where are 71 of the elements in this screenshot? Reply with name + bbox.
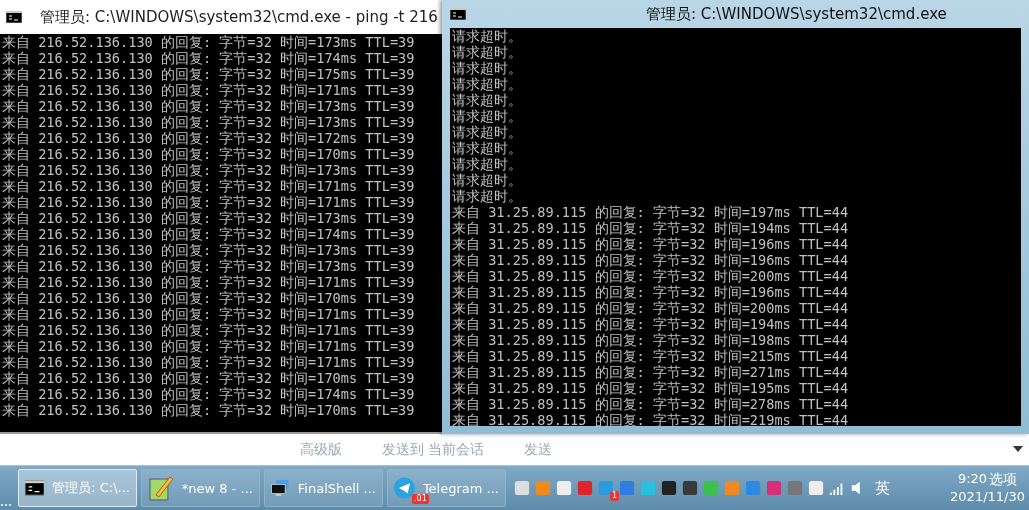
date-text: 2021/11/30	[950, 488, 1025, 506]
console-icon	[450, 8, 466, 20]
input-method-indicator[interactable]: 英	[875, 478, 890, 498]
console-line: 请求超时。	[452, 28, 523, 44]
console-line: 来自 216.52.136.130 的回复: 字节=32 时间=170ms TTL=39	[2, 370, 416, 386]
taskbar-button[interactable]: FinalShell ...	[264, 469, 383, 507]
console-line: 来自 31.25.89.115 的回复: 字节=32 时间=194ms TTL=44	[452, 220, 850, 236]
console-line: 请求超时。	[452, 188, 523, 204]
console-line: 来自 216.52.136.130 的回复: 字节=32 时间=170ms TTL=39	[2, 290, 416, 306]
notification-badge: .01	[412, 494, 429, 504]
console-line: 来自 216.52.136.130 的回复: 字节=32 时间=173ms TTL=39	[2, 258, 416, 274]
console-line: 来自 216.52.136.130 的回复: 字节=32 时间=175ms TTL=39	[2, 66, 416, 82]
console-line: 来自 216.52.136.130 的回复: 字节=32 时间=171ms TTL=39	[2, 178, 416, 194]
console-line: 来自 31.25.89.115 的回复: 字节=32 时间=271ms TTL=44	[452, 364, 850, 380]
console-line: 来自 31.25.89.115 的回复: 字节=32 时间=196ms TTL=44	[452, 284, 850, 300]
console-line: 请求超时。	[452, 156, 523, 172]
console-line: 来自 216.52.136.130 的回复: 字节=32 时间=171ms TTL=39	[2, 306, 416, 322]
console-line: 来自 216.52.136.130 的回复: 字节=32 时间=170ms TTL=39	[2, 146, 416, 162]
background-text: 高级版	[300, 440, 342, 459]
paper-plane-icon	[394, 475, 415, 501]
taskbar-button[interactable]: .01 Telegram ...	[387, 469, 506, 507]
dropdown-caret-icon[interactable]	[1013, 446, 1023, 452]
console-line: 来自 216.52.136.130 的回复: 字节=32 时间=174ms TTL=39	[2, 50, 416, 66]
console-line: 来自 31.25.89.115 的回复: 字节=32 时间=278ms TTL=44	[452, 396, 850, 412]
console-line: 来自 31.25.89.115 的回复: 字节=32 时间=198ms TTL=44	[452, 332, 850, 348]
console-line: 来自 31.25.89.115 的回复: 字节=32 时间=194ms TTL=44	[452, 316, 850, 332]
console-line: 来自 216.52.136.130 的回复: 字节=32 时间=172ms TTL=39	[2, 130, 416, 146]
console-line: 请求超时。	[452, 76, 523, 92]
console-icon	[6, 11, 22, 23]
console-line: 来自 216.52.136.130 的回复: 字节=32 时间=171ms TTL=39	[2, 354, 416, 370]
console-line: 来自 31.25.89.115 的回复: 字节=32 时间=197ms TTL=44	[452, 204, 850, 220]
console-line: 请求超时。	[452, 44, 523, 60]
console-line: 来自 216.52.136.130 的回复: 字节=32 时间=171ms TTL=39	[2, 274, 416, 290]
console-line: 来自 216.52.136.130 的回复: 字节=32 时间=170ms TTL=39	[2, 402, 416, 418]
console-line: 来自 31.25.89.115 的回复: 字节=32 时间=200ms TTL=44	[452, 300, 850, 316]
console-line: 来自 216.52.136.130 的回复: 字节=32 时间=174ms TTL=39	[2, 226, 416, 242]
console-line: 请求超时。	[452, 60, 523, 76]
console-line: 请求超时。	[452, 108, 523, 124]
options-link[interactable]: 选项	[989, 470, 1025, 488]
console-line: 来自 31.25.89.115 的回复: 字节=32 时间=219ms TTL=44	[452, 412, 850, 426]
console-line: 来自 216.52.136.130 的回复: 字节=32 时间=173ms TTL=39	[2, 242, 416, 258]
console-line: 来自 31.25.89.115 的回复: 字节=32 时间=195ms TTL=44	[452, 380, 850, 396]
console-line: 来自 216.52.136.130 的回复: 字节=32 时间=173ms TTL=39	[2, 34, 416, 50]
clock[interactable]: 9:20 选项 2021/11/30	[950, 470, 1025, 506]
console-line: 来自 216.52.136.130 的回复: 字节=32 时间=173ms TTL=39	[2, 210, 416, 226]
console-line: 来自 216.52.136.130 的回复: 字节=32 时间=171ms TTL=39	[2, 338, 416, 354]
console-line: 请求超时。	[452, 92, 523, 108]
console-line: 来自 216.52.136.130 的回复: 字节=32 时间=174ms TTL=39	[2, 386, 416, 402]
taskbar-button[interactable]: 管理员: C:\...	[18, 469, 137, 507]
console-line: 来自 216.52.136.130 的回复: 字节=32 时间=173ms TTL=39	[2, 114, 416, 130]
console-line: 请求超时。	[452, 124, 523, 140]
console-line: 来自 216.52.136.130 的回复: 字节=32 时间=173ms TTL=39	[2, 162, 416, 178]
console-icon	[25, 478, 45, 498]
window-title: 管理员: C:\WINDOWS\system32\cmd.exe - ping -t 216	[40, 7, 438, 27]
background-text: 发送	[524, 440, 553, 459]
notification-badge: 1	[610, 490, 620, 501]
background-text: 发送到 当前会话	[382, 440, 485, 459]
notepad-icon	[148, 475, 174, 501]
console-line: 来自 31.25.89.115 的回复: 字节=32 时间=196ms TTL=44	[452, 236, 850, 252]
console-line: 来自 216.52.136.130 的回复: 字节=32 时间=171ms TTL=39	[2, 82, 416, 98]
time-text: 9:20	[956, 470, 988, 488]
taskbar-button[interactable]: *new 8 - ...	[141, 469, 260, 507]
console-line: 请求超时。	[452, 172, 523, 188]
console-line: 来自 216.52.136.130 的回复: 字节=32 时间=171ms TTL=39	[2, 322, 416, 338]
console-line: 来自 31.25.89.115 的回复: 字节=32 时间=200ms TTL=44	[452, 268, 850, 284]
console-line: 来自 216.52.136.130 的回复: 字节=32 时间=173ms TTL=39	[2, 98, 416, 114]
console-line: 来自 31.25.89.115 的回复: 字节=32 时间=196ms TTL=44	[452, 252, 850, 268]
window-title: 管理员: C:\WINDOWS\system32\cmd.exe	[646, 4, 947, 24]
console-line: 来自 216.52.136.130 的回复: 字节=32 时间=171ms TTL=39	[2, 194, 416, 210]
console-line: 请求超时。	[452, 140, 523, 156]
console-line: 来自 31.25.89.115 的回复: 字节=32 时间=215ms TTL=44	[452, 348, 850, 364]
